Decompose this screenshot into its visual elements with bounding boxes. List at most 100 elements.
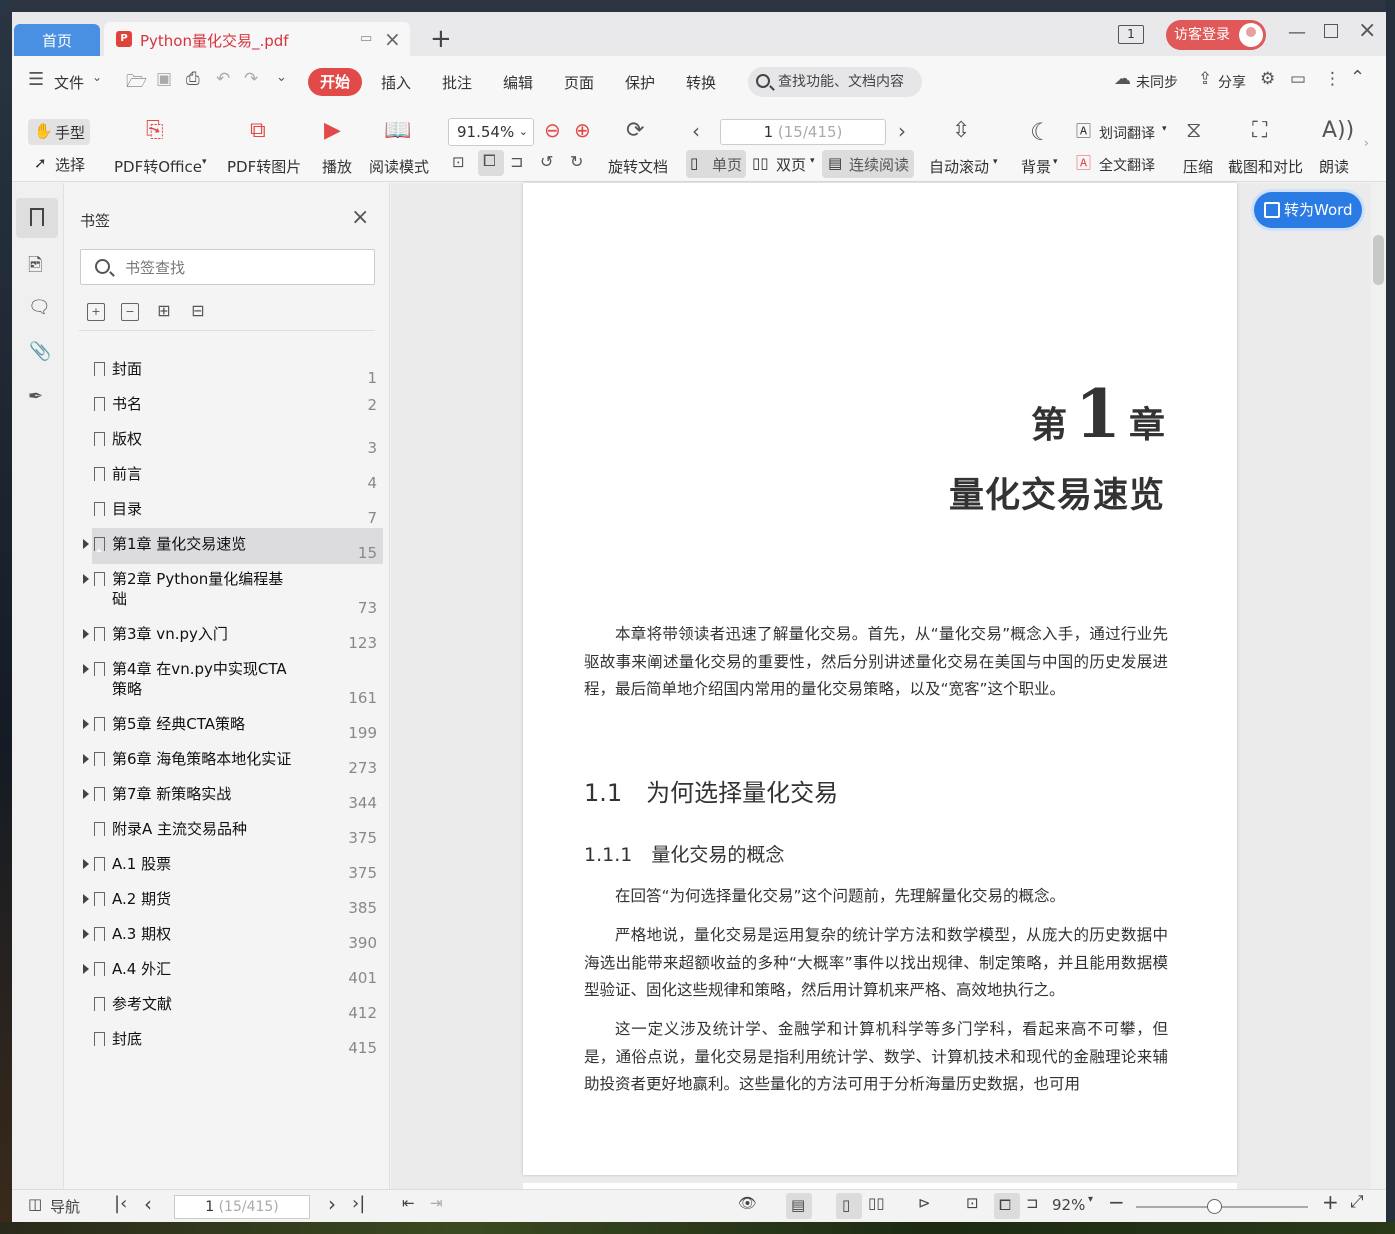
rotate-document-button[interactable]: 旋转文档 [608, 156, 668, 177]
expand-arrow-icon[interactable] [83, 964, 89, 974]
zoom-level[interactable]: 92% [1052, 1196, 1085, 1214]
single-page-button[interactable]: ▯ 单页 [686, 150, 746, 178]
collapse-all-icon[interactable]: − [121, 303, 139, 321]
menu-tab-insert[interactable]: 插入 [381, 72, 411, 93]
bookmark-item[interactable]: 版权 3 [83, 430, 383, 457]
actual-size-icon[interactable]: ⊡ [966, 1194, 979, 1212]
rail-thumbnails-button[interactable]: 🖻 [16, 245, 58, 285]
bookmark-item[interactable]: 第2章 Python量化编程基础 73 [83, 570, 383, 617]
next-page-icon[interactable]: › [328, 1192, 336, 1216]
auto-scroll-button[interactable]: 自动滚动 [929, 156, 989, 177]
tab-document[interactable]: P Python量化交易_.pdf ▭ × [104, 22, 410, 56]
play-circle-icon[interactable]: ⊳ [918, 1194, 931, 1212]
chevron-down-icon[interactable]: ▾ [1053, 157, 1058, 167]
bookmark-item[interactable]: 书名 2 [83, 395, 383, 422]
zoom-out-button[interactable]: − [1108, 1190, 1125, 1214]
convert-to-word-button[interactable]: 转为Word [1254, 192, 1362, 228]
bookmark-item[interactable]: 目录 7 [83, 500, 383, 527]
menu-tab-edit[interactable]: 编辑 [503, 72, 533, 93]
rail-attachments-button[interactable]: 📎 [16, 334, 58, 374]
continuous-read-button[interactable]: ▤ 连续阅读 [822, 150, 914, 178]
cloud-sync-icon[interactable]: ☁ [1114, 69, 1131, 89]
zoom-out-icon[interactable]: ⊖ [544, 118, 561, 142]
continuous-mode-button[interactable]: ▤ [786, 1193, 812, 1219]
close-tab-icon[interactable]: × [384, 27, 401, 51]
sync-status[interactable]: 未同步 [1136, 72, 1178, 92]
bookmark-item[interactable]: 附录A 主流交易品种 375 [83, 820, 383, 847]
print-icon[interactable]: ⎙ [186, 69, 200, 89]
bookmark-item[interactable]: 参考文献 412 [83, 995, 383, 1022]
navigation-panel-icon[interactable]: ◫ [28, 1195, 42, 1213]
feature-search-box[interactable]: 查找功能、文档内容 [748, 67, 922, 97]
menu-tab-annotate[interactable]: 批注 [442, 72, 472, 93]
fullscreen-icon[interactable]: ⤢ [1350, 1192, 1364, 1212]
screenshot-compare-button[interactable]: 截图和对比 [1228, 156, 1303, 177]
previous-page-icon[interactable]: ‹ [692, 119, 700, 143]
status-page-input[interactable]: 1 (15/415) [174, 1195, 310, 1219]
chevron-down-icon[interactable]: ▾ [1162, 124, 1167, 134]
eye-protection-icon[interactable]: 👁 [738, 1194, 757, 1212]
previous-page-icon[interactable]: ‹ [144, 1192, 152, 1216]
double-page-button[interactable]: 双页 [776, 154, 806, 175]
menu-tab-start[interactable]: 开始 [308, 68, 362, 96]
save-icon[interactable]: ▣ [156, 69, 172, 89]
pin-tab-icon[interactable]: ▭ [360, 31, 376, 47]
more-options-icon[interactable]: ⋮ [1324, 69, 1341, 89]
rotate-left-icon[interactable]: ↺ [540, 152, 553, 171]
tab-home[interactable]: 首页 [14, 24, 100, 56]
chevron-down-icon[interactable]: ▾ [993, 157, 998, 167]
chevron-down-icon[interactable]: ⌄ [92, 70, 102, 84]
expand-arrow-icon[interactable] [83, 929, 89, 939]
guest-login-button[interactable]: 访客登录 [1166, 20, 1266, 50]
zoom-slider-handle[interactable] [1207, 1199, 1222, 1214]
expand-arrow-icon[interactable] [83, 664, 89, 674]
ribbon-scroll-right-icon[interactable]: › [1364, 136, 1369, 150]
bookmark-search[interactable] [80, 249, 375, 285]
bookmark-item[interactable]: A.2 期货 385 [83, 890, 383, 917]
more-quick-icon[interactable]: ⌄ [276, 70, 287, 85]
forward-icon[interactable]: ⇥ [430, 1194, 443, 1212]
window-page-indicator[interactable]: 1 [1118, 25, 1144, 44]
back-icon[interactable]: ⇤ [402, 1194, 415, 1212]
menu-tab-page[interactable]: 页面 [564, 72, 594, 93]
play-button[interactable]: 播放 [322, 156, 352, 177]
expand-arrow-icon[interactable] [83, 754, 89, 764]
menu-tab-protect[interactable]: 保护 [625, 72, 655, 93]
close-icon[interactable]: × [351, 205, 369, 230]
word-translate-button[interactable]: 划词翻译 [1099, 123, 1155, 143]
bookmark-item[interactable]: 前言 4 [83, 465, 383, 492]
expand-arrow-icon[interactable] [83, 719, 89, 729]
comment-icon[interactable]: ▭ [1290, 69, 1306, 89]
expand-arrow-icon[interactable] [83, 894, 89, 904]
bookmark-item[interactable]: A.3 期权 390 [83, 925, 383, 952]
new-tab-button[interactable]: + [430, 24, 452, 54]
last-page-icon[interactable]: ›| [352, 1193, 365, 1214]
settings-gear-icon[interactable]: ⚙ [1260, 69, 1275, 89]
close-window-icon[interactable]: × [1358, 18, 1376, 43]
redo-icon[interactable]: ↷ [244, 69, 258, 89]
pdf-to-image-button[interactable]: PDF转图片 [227, 156, 301, 177]
read-aloud-button[interactable]: 朗读 [1319, 156, 1349, 177]
read-mode-button[interactable]: 阅读模式 [369, 156, 429, 177]
fit-width-icon[interactable]: ⊐ [1026, 1194, 1039, 1212]
zoom-in-icon[interactable]: ⊕ [574, 118, 591, 142]
expand-arrow-icon[interactable] [83, 539, 89, 549]
expand-arrow-icon[interactable] [83, 629, 89, 639]
bookmark-search-input[interactable] [125, 257, 355, 279]
single-page-mode-button[interactable]: ▯ [836, 1193, 862, 1219]
zoom-select[interactable]: 91.54% ⌄ [448, 118, 534, 146]
navigation-toggle[interactable]: 导航 [50, 1196, 80, 1217]
actual-size-icon[interactable]: ⊡ [452, 153, 465, 171]
menu-tab-convert[interactable]: 转换 [686, 72, 716, 93]
first-page-icon[interactable]: |‹ [114, 1193, 127, 1214]
chevron-down-icon[interactable]: ▾ [810, 156, 815, 166]
chevron-down-icon[interactable]: ▾ [1088, 1194, 1093, 1205]
menu-file[interactable]: 文件 [54, 72, 84, 93]
background-button[interactable]: 背景 [1021, 156, 1051, 177]
double-page-icon[interactable]: ▯▯ [752, 154, 769, 172]
bookmark-item[interactable]: 封面 1 [83, 360, 383, 387]
page-number-input[interactable]: 1 (15/415) [720, 119, 886, 145]
bookmark-item[interactable]: 第5章 经典CTA策略 199 [83, 715, 383, 742]
bookmark-item[interactable]: 封底 415 [83, 1030, 383, 1057]
hand-tool-button[interactable]: ✋ 手型 [28, 119, 90, 145]
